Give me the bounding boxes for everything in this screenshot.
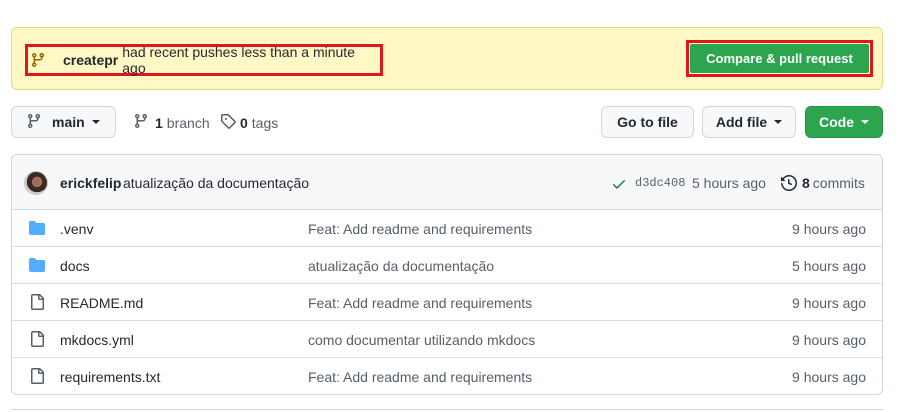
file-row[interactable]: README.md Feat: Add readme and requiremen… [12, 284, 882, 321]
file-commit-message[interactable]: Feat: Add readme and requirements [308, 369, 532, 385]
code-label: Code [819, 114, 854, 130]
compare-pull-request-button[interactable]: Compare & pull request [690, 44, 869, 73]
go-to-file-button[interactable]: Go to file [601, 106, 694, 138]
git-branch-icon [133, 113, 149, 132]
compare-highlight: Compare & pull request [686, 40, 873, 77]
commit-sha[interactable]: d3dc408 [635, 176, 685, 190]
folder-icon [29, 257, 45, 273]
file-age: 9 hours ago [792, 369, 866, 385]
tags-link[interactable]: 0 tags [220, 113, 278, 132]
branches-link[interactable]: 1 branch [133, 113, 210, 132]
file-name[interactable]: .venv [60, 221, 93, 237]
file-commit-message[interactable]: como documentar utilizando mkdocs [308, 332, 535, 348]
branch-selector-button[interactable]: main [11, 106, 116, 138]
tag-icon [220, 113, 236, 132]
chevron-down-icon [861, 120, 869, 124]
avatar[interactable] [24, 171, 48, 195]
recent-push-banner: createpr had recent pushes less than a m… [11, 27, 883, 90]
file-commit-message[interactable]: Feat: Add readme and requirements [308, 295, 532, 311]
commits-link[interactable]: 8 commits [802, 175, 865, 191]
add-file-button[interactable]: Add file [702, 106, 796, 138]
recent-push-message: createpr had recent pushes less than a m… [25, 44, 383, 76]
file-list: .venv Feat: Add readme and requirements 9 … [12, 210, 882, 394]
file-name[interactable]: requirements.txt [60, 369, 160, 385]
commit-time[interactable]: 5 hours ago [692, 175, 766, 191]
folder-icon [29, 220, 45, 236]
tags-label: tags [251, 114, 279, 131]
commit-message[interactable]: atualização da documentação [123, 175, 309, 191]
git-branch-icon [26, 113, 42, 132]
branches-label: branch [166, 114, 210, 131]
file-age: 9 hours ago [792, 295, 866, 311]
file-age: 9 hours ago [792, 332, 866, 348]
file-icon [29, 331, 45, 347]
file-commit-message[interactable]: Feat: Add readme and requirements [308, 221, 532, 237]
divider [11, 409, 883, 410]
commit-author[interactable]: erickfelip [60, 175, 121, 191]
file-row[interactable]: .venv Feat: Add readme and requirements 9 … [12, 210, 882, 247]
chevron-down-icon [91, 120, 100, 124]
file-name[interactable]: docs [60, 258, 90, 274]
file-row[interactable]: requirements.txt Feat: Add readme and req… [12, 358, 882, 394]
branches-count: 1 [155, 114, 163, 131]
commit-count-label: commits [812, 175, 865, 191]
code-button[interactable]: Code [805, 106, 883, 138]
check-icon[interactable] [611, 176, 627, 195]
go-to-file-label: Go to file [617, 114, 678, 130]
git-branch-icon [30, 52, 46, 68]
file-row[interactable]: docs atualização da documentação 5 hours a… [12, 247, 882, 284]
file-name[interactable]: README.md [60, 295, 143, 311]
history-icon [781, 174, 798, 194]
file-row[interactable]: mkdocs.yml como documentar utilizando mkd… [12, 321, 882, 358]
latest-commit-bar: erickfelip atualização da documentação d… [12, 155, 882, 210]
file-age: 5 hours ago [792, 258, 866, 274]
banner-message: had recent pushes less than a minute ago [122, 44, 355, 76]
file-age: 9 hours ago [792, 221, 866, 237]
file-name[interactable]: mkdocs.yml [60, 332, 134, 348]
chevron-down-icon [774, 120, 783, 124]
file-browser: erickfelip atualização da documentação d… [11, 154, 883, 395]
file-icon [29, 368, 45, 384]
banner-branch-name[interactable]: createpr [63, 52, 118, 68]
add-file-label: Add file [715, 114, 768, 130]
commit-count: 8 [802, 175, 810, 191]
branch-selector-label: main [52, 114, 85, 130]
tags-count: 0 [240, 114, 248, 131]
file-icon [29, 294, 45, 310]
file-commit-message[interactable]: atualização da documentação [308, 258, 494, 274]
